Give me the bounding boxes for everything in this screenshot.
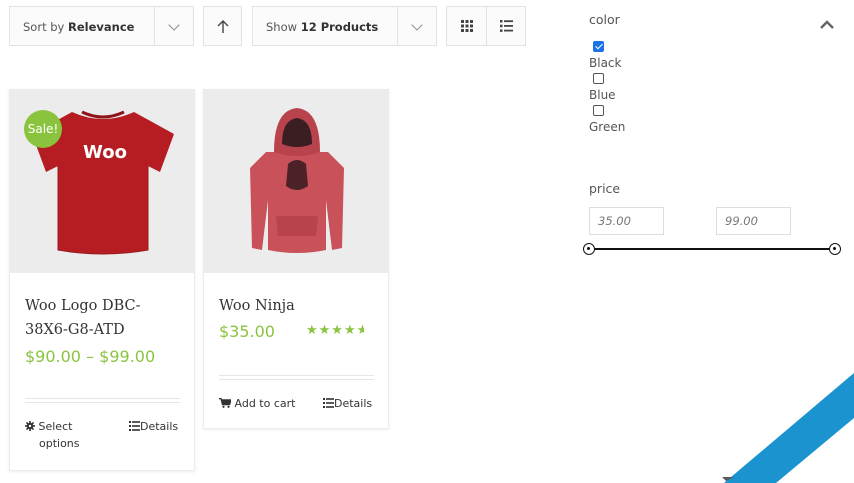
product-image[interactable]: Woo Sale!	[10, 90, 194, 273]
product-title[interactable]: Woo Ninja	[219, 294, 295, 318]
product-title[interactable]: Woo Logo DBC- 38X6-G8-ATD	[25, 294, 141, 342]
color-option-label: Green	[589, 120, 626, 134]
sort-direction-button[interactable]	[203, 6, 242, 46]
view-toggle	[446, 6, 526, 46]
color-option-label: Black	[589, 56, 622, 70]
color-filter-title: color	[589, 12, 620, 27]
color-checkbox-black[interactable]	[593, 41, 604, 52]
chevron-down-icon	[411, 19, 423, 31]
details-link[interactable]: Details	[323, 397, 372, 410]
hoodie-image	[250, 108, 344, 253]
divider	[25, 398, 180, 403]
chevron-up-icon[interactable]	[820, 20, 834, 29]
color-checkbox-green[interactable]	[593, 105, 604, 116]
price-filter-title: price	[589, 181, 621, 196]
show-count-select[interactable]: Show 12 Products	[252, 6, 437, 46]
shirt-logo-text: Woo	[83, 142, 127, 163]
cart-icon	[219, 397, 232, 408]
list-icon	[500, 20, 513, 32]
price-max-input[interactable]: 99.00	[716, 207, 791, 235]
arrow-up-icon	[217, 20, 229, 33]
price-min-input[interactable]: 35.00	[589, 207, 664, 235]
grid-icon	[461, 20, 473, 32]
show-label: Show 12 Products	[266, 20, 379, 34]
sale-badge: Sale!	[24, 110, 62, 148]
list-lines-icon	[129, 421, 140, 431]
sort-select[interactable]: Sort by Relevance	[9, 6, 194, 46]
color-option-label: Blue	[589, 88, 616, 102]
product-price: $90.00 – $99.00	[25, 347, 156, 366]
details-link[interactable]: Details	[129, 420, 178, 433]
chevron-down-icon	[168, 19, 180, 31]
price-slider-max-handle[interactable]	[829, 243, 841, 255]
price-slider-min-handle[interactable]	[583, 243, 595, 255]
gear-icon	[25, 421, 35, 431]
select-options-button[interactable]: Select options	[25, 420, 80, 450]
list-view-button[interactable]	[487, 7, 526, 45]
product-card: Woo Ninja $35.00 ★★★★★ Add to cart Detai…	[203, 89, 389, 429]
grid-view-button[interactable]	[447, 7, 486, 45]
sort-label: Sort by Relevance	[23, 20, 135, 34]
list-lines-icon	[323, 398, 334, 408]
product-card: Woo Sale! Woo Logo DBC- 38X6-G8-ATD $90.0…	[9, 89, 195, 471]
color-checkbox-blue[interactable]	[593, 73, 604, 84]
product-image[interactable]	[204, 90, 388, 273]
price-slider-track	[590, 248, 835, 250]
divider	[219, 375, 374, 380]
star-rating: ★★★★★	[306, 323, 364, 338]
product-price: $35.00	[219, 322, 275, 341]
add-to-cart-button[interactable]: Add to cart	[219, 397, 295, 410]
